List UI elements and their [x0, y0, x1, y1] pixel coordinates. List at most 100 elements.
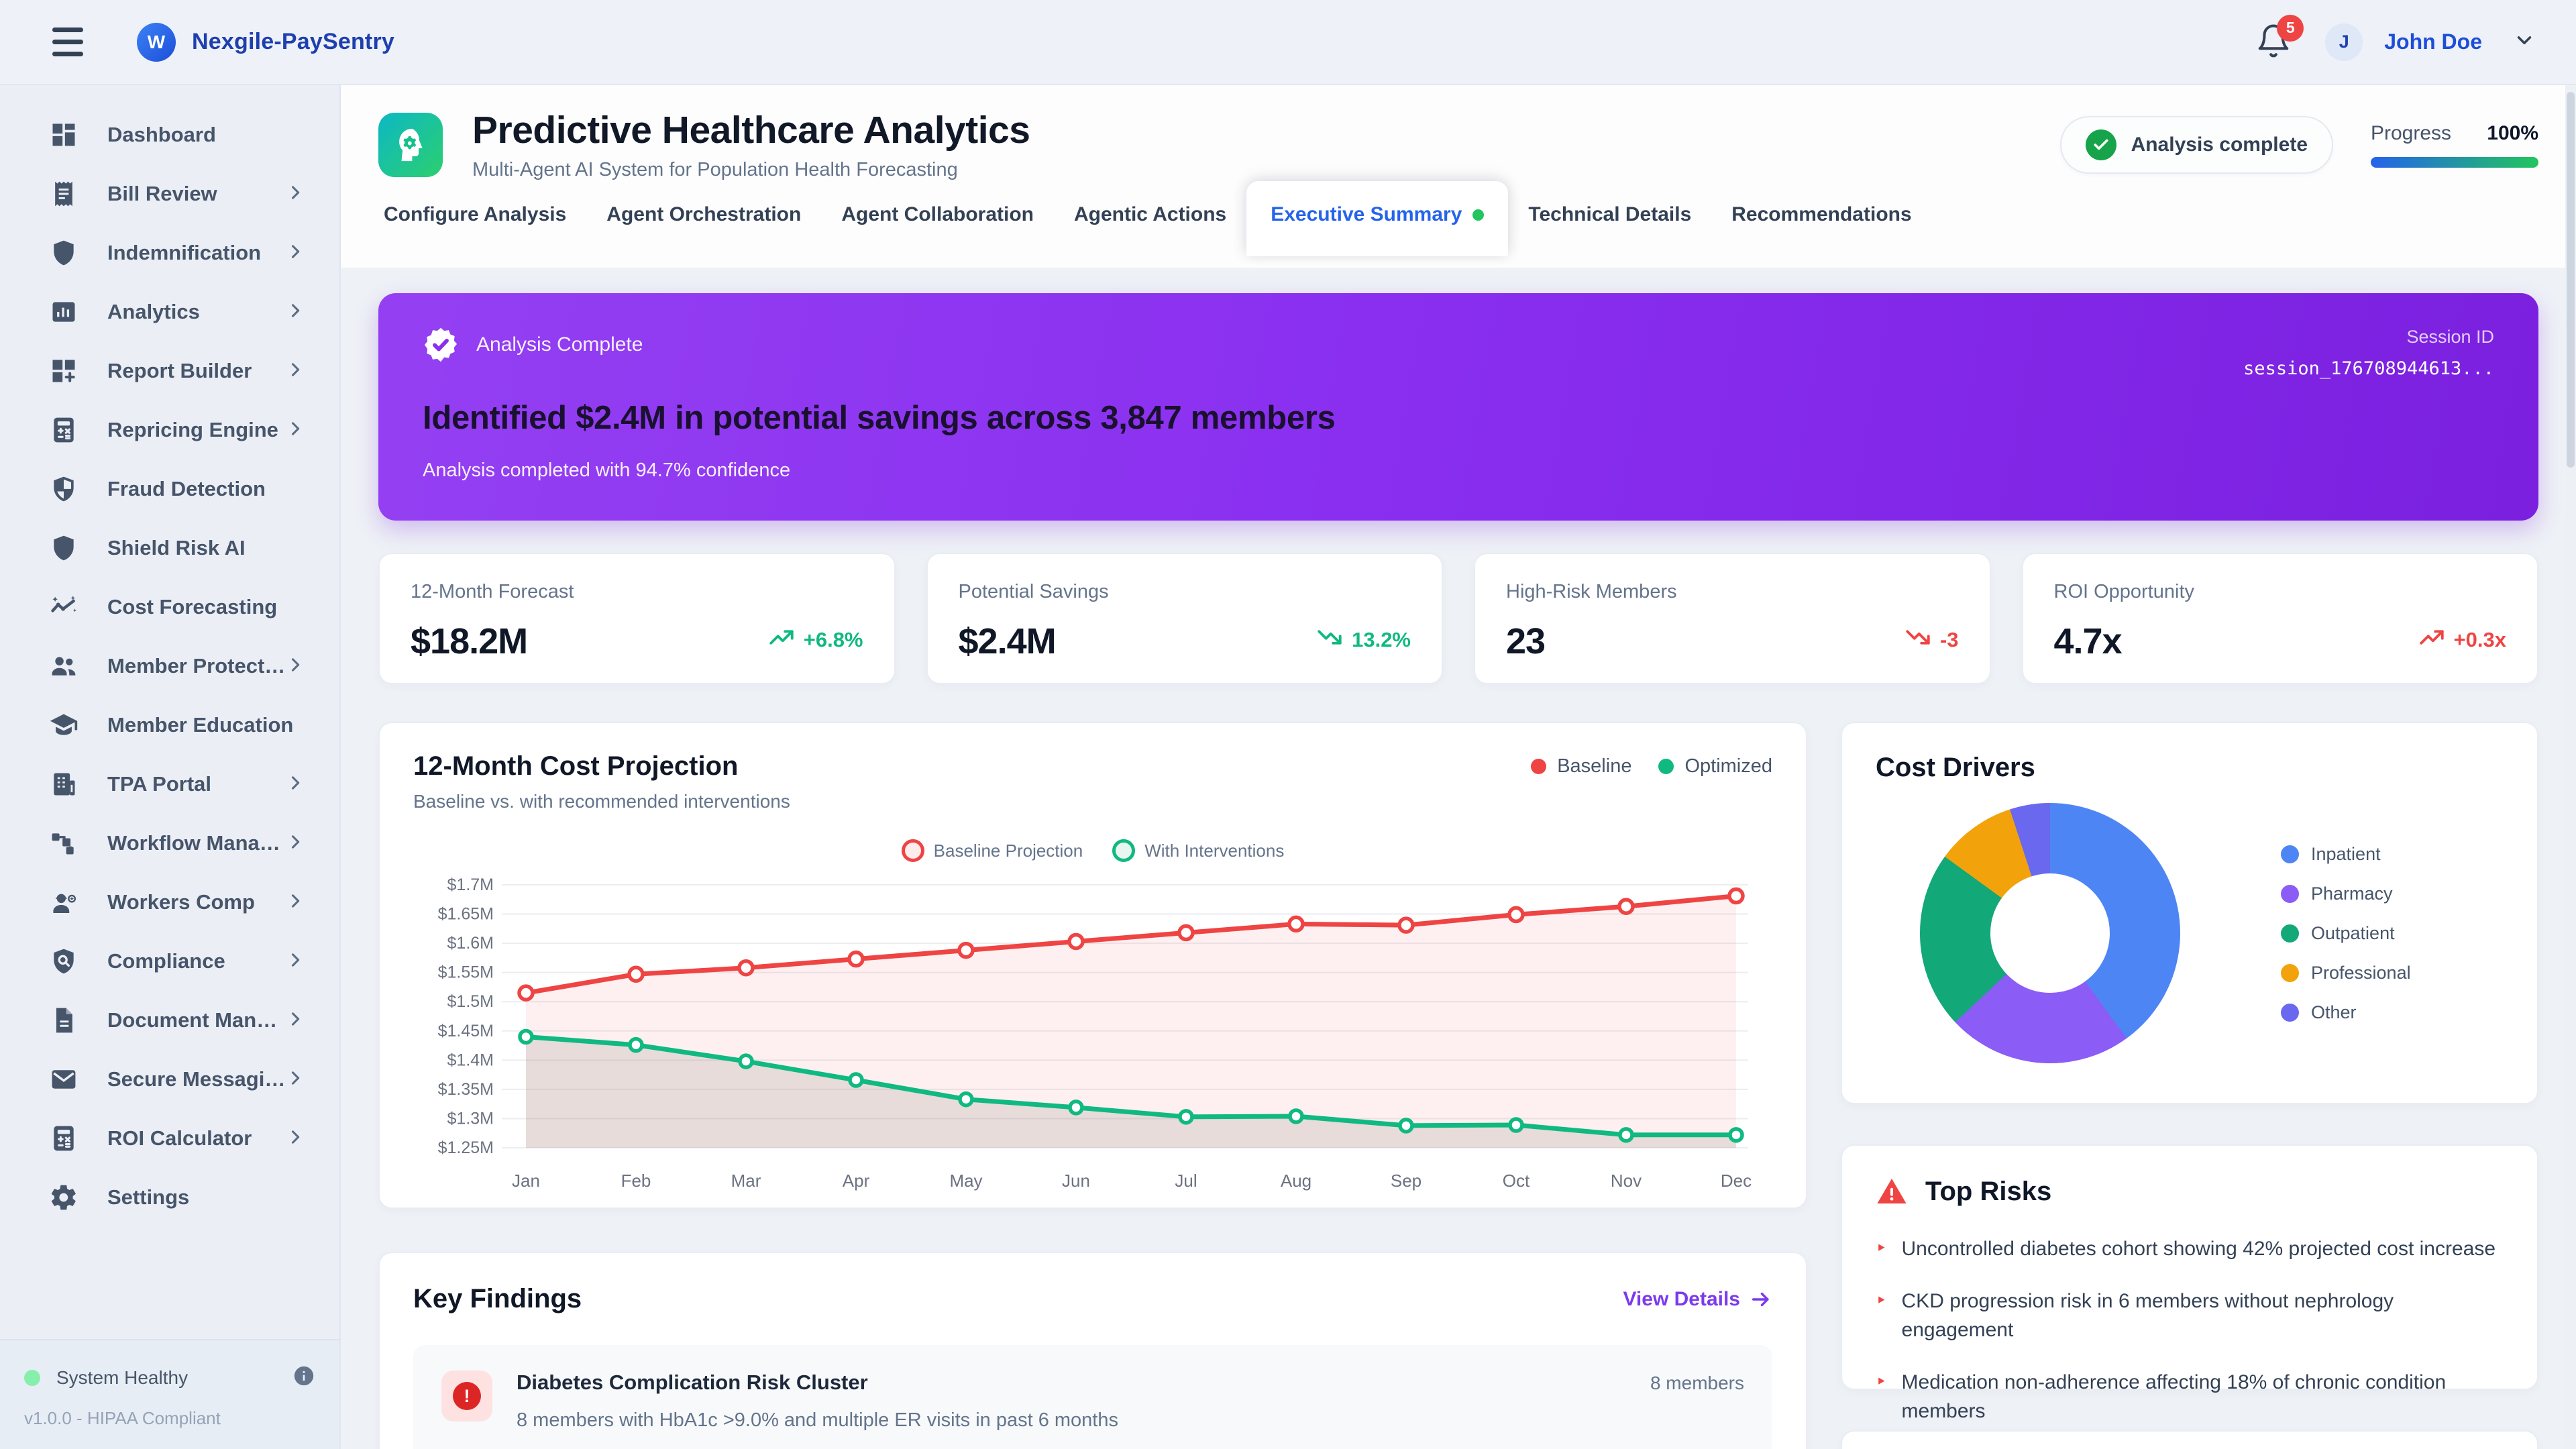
line-chart: $1.7M$1.65M$1.6M$1.55M$1.5M$1.45M$1.4M$1…	[413, 866, 1772, 1205]
sidebar-item-settings[interactable]: Settings	[0, 1168, 339, 1227]
stat-trend-value: 13.2%	[1352, 628, 1411, 652]
svg-text:Nov: Nov	[1611, 1171, 1642, 1191]
sidebar-item-workers-comp[interactable]: Workers Comp	[0, 873, 339, 932]
document-icon	[48, 1005, 79, 1036]
brand[interactable]: W Nexgile-PaySentry	[137, 23, 394, 62]
sidebar-item-label: Repricing Engine	[107, 418, 286, 442]
user-name[interactable]: John Doe	[2384, 30, 2482, 54]
page-scrollbar[interactable]	[2565, 85, 2576, 1449]
chevron-right-icon	[286, 1069, 305, 1091]
avatar[interactable]: J	[2325, 23, 2363, 61]
finding-description: 8 members with HbA1c >9.0% and multiple …	[517, 1409, 1744, 1432]
stat-cards-row: 12-Month Forecast$18.2M+6.8%Potential Sa…	[378, 553, 2538, 684]
sidebar-item-roi-calculator[interactable]: ROI Calculator	[0, 1109, 339, 1168]
sidebar-item-indemnification[interactable]: Indemnification	[0, 223, 339, 282]
top-opportunities-card: Top Opportunities	[1841, 1430, 2538, 1449]
check-icon	[2086, 129, 2116, 160]
tab-recommendations[interactable]: Recommendations	[1711, 181, 1931, 248]
sidebar-item-shield-risk-ai[interactable]: Shield Risk AI	[0, 519, 339, 578]
cost-projection-card: 12-Month Cost Projection Baseline vs. wi…	[378, 722, 1807, 1209]
tab-label: Agent Orchestration	[606, 203, 801, 226]
sidebar-item-label: Member Protection	[107, 654, 286, 678]
sidebar-item-label: Fraud Detection	[107, 477, 305, 501]
tab-label: Technical Details	[1528, 203, 1691, 226]
cost-drivers-donut-chart	[1920, 803, 2180, 1063]
receipt-icon	[48, 178, 79, 209]
chevron-right-icon	[286, 1128, 305, 1150]
sidebar-item-secure-messaging[interactable]: Secure Messaging	[0, 1050, 339, 1109]
svg-text:Mar: Mar	[731, 1171, 761, 1191]
sidebar-item-document-manage[interactable]: Document Manage...	[0, 991, 339, 1050]
analysis-status-badge: Analysis complete	[2060, 116, 2333, 174]
sidebar-item-member-protection[interactable]: Member Protection	[0, 637, 339, 696]
chevron-right-icon	[286, 951, 305, 973]
tab-label: Executive Summary	[1271, 203, 1462, 226]
tab-bar: Configure Analysis Agent Orchestration Age…	[341, 181, 2576, 248]
svg-text:May: May	[949, 1171, 982, 1191]
tab-label: Agentic Actions	[1074, 203, 1226, 226]
tab-executive-summary[interactable]: Executive Summary	[1246, 181, 1508, 256]
tab-technical-details[interactable]: Technical Details	[1508, 181, 1711, 248]
scrollbar-thumb[interactable]	[2567, 92, 2575, 468]
worker-icon	[48, 887, 79, 918]
donut-legend-pharmacy: Pharmacy	[2281, 883, 2411, 904]
session-id-value: session_176708944613...	[2243, 358, 2494, 379]
tab-agent-orchestration[interactable]: Agent Orchestration	[586, 181, 821, 248]
tab-agentic-actions[interactable]: Agentic Actions	[1054, 181, 1246, 248]
sidebar-item-report-builder[interactable]: Report Builder	[0, 341, 339, 400]
finding-row[interactable]: !Diabetes Complication Risk Cluster8 mem…	[413, 1345, 1772, 1449]
sidebar-item-label: TPA Portal	[107, 772, 286, 796]
sidebar-nav: DashboardBill Review Indemnification Analy…	[0, 85, 339, 1339]
sidebar-item-member-education[interactable]: Member Education	[0, 696, 339, 755]
svg-text:$1.4M: $1.4M	[447, 1051, 494, 1069]
donut-legend-other: Other	[2281, 1002, 2411, 1023]
sidebar-item-workflow-managem[interactable]: Workflow Managem...	[0, 814, 339, 873]
chevron-right-icon	[286, 833, 305, 855]
sidebar-item-label: Indemnification	[107, 241, 286, 265]
chevron-right-icon	[286, 301, 305, 323]
notifications-button[interactable]: 5	[2255, 23, 2294, 62]
stat-card-high-risk-members: High-Risk Members23-3	[1474, 553, 1991, 684]
sidebar-item-dashboard[interactable]: Dashboard	[0, 105, 339, 164]
people-icon	[48, 651, 79, 682]
top-bar: W Nexgile-PaySentry 5 J John Doe	[0, 0, 2576, 85]
warning-triangle-icon	[1876, 1175, 1908, 1208]
sidebar-item-compliance[interactable]: Compliance	[0, 932, 339, 991]
sidebar-item-cost-forecasting[interactable]: Cost Forecasting	[0, 578, 339, 637]
sidebar-item-analytics[interactable]: Analytics	[0, 282, 339, 341]
tab-configure-analysis[interactable]: Configure Analysis	[364, 181, 586, 248]
sidebar-item-fraud-detection[interactable]: Fraud Detection	[0, 460, 339, 519]
trend-down-icon	[1904, 623, 1932, 657]
sidebar-item-bill-review[interactable]: Bill Review	[0, 164, 339, 223]
donut-legend-outpatient: Outpatient	[2281, 923, 2411, 944]
brand-name: Nexgile-PaySentry	[192, 29, 394, 55]
cost-drivers-card: Cost Drivers InpatientPharmacyOutpatient…	[1841, 722, 2538, 1104]
shield-icon	[48, 533, 79, 564]
chevron-right-icon	[286, 242, 305, 264]
chart-legend: BaselineOptimized	[1531, 755, 1772, 777]
sidebar-item-repricing-engine[interactable]: Repricing Engine	[0, 400, 339, 460]
progress-value: 100%	[2487, 122, 2538, 145]
sidebar-item-label: Report Builder	[107, 359, 286, 383]
stat-label: High-Risk Members	[1506, 581, 1959, 603]
view-details-link[interactable]: View Details	[1623, 1288, 1772, 1311]
svg-text:Jul: Jul	[1175, 1171, 1197, 1191]
trend-up-icon	[2418, 623, 2446, 657]
app-icon	[378, 113, 443, 177]
sidebar-item-tpa-portal[interactable]: TPA Portal	[0, 755, 339, 814]
finding-title: Diabetes Complication Risk Cluster	[517, 1371, 868, 1395]
hamburger-menu-icon[interactable]	[52, 20, 97, 64]
chevron-right-icon	[286, 773, 305, 796]
donut-legend-inpatient: Inpatient	[2281, 844, 2411, 865]
sidebar: DashboardBill Review Indemnification Analy…	[0, 85, 341, 1449]
stat-label: ROI Opportunity	[2054, 581, 2507, 603]
sidebar-item-label: Shield Risk AI	[107, 536, 305, 560]
stat-card-12-month-forecast: 12-Month Forecast$18.2M+6.8%	[378, 553, 896, 684]
stat-value: 4.7x	[2054, 621, 2122, 662]
badge-check-icon	[423, 327, 459, 363]
tab-agent-collaboration[interactable]: Agent Collaboration	[821, 181, 1054, 248]
stat-label: 12-Month Forecast	[411, 581, 863, 603]
stat-card-potential-savings: Potential Savings$2.4M13.2%	[926, 553, 1444, 684]
chevron-down-icon[interactable]	[2513, 29, 2536, 55]
info-icon[interactable]	[292, 1364, 315, 1391]
